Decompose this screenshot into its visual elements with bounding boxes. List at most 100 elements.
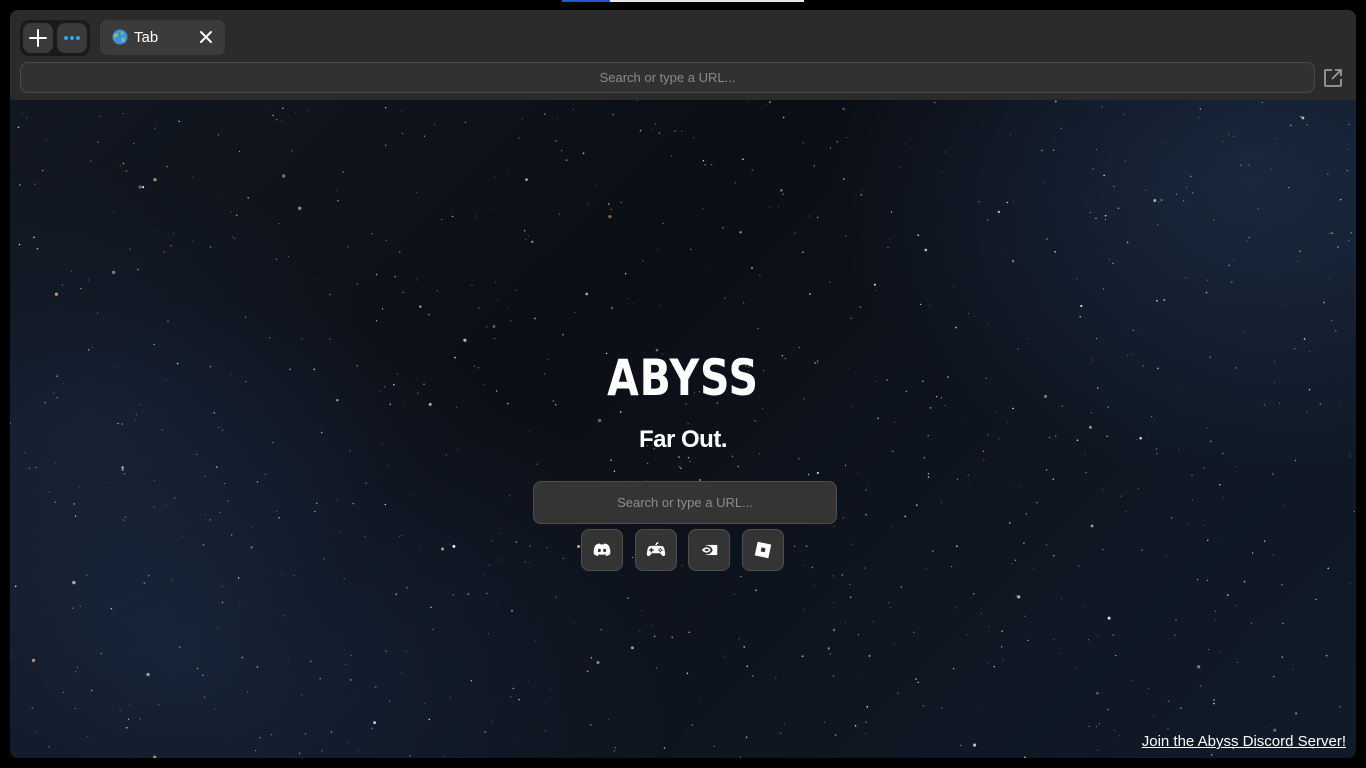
star bbox=[430, 606, 432, 609]
star bbox=[1167, 728, 1169, 730]
discord-invite-link[interactable]: Join the Abyss Discord Server! bbox=[1142, 733, 1346, 750]
browser-window: Tab ABYSS Far Out. bbox=[10, 10, 1356, 758]
more-options-button[interactable] bbox=[57, 23, 87, 53]
home-search-box[interactable] bbox=[533, 481, 837, 524]
star bbox=[1076, 278, 1078, 280]
star bbox=[743, 646, 745, 648]
star bbox=[642, 260, 644, 262]
star bbox=[691, 724, 694, 726]
star bbox=[276, 258, 278, 260]
star bbox=[739, 756, 741, 758]
open-in-new-window-icon[interactable] bbox=[1323, 68, 1343, 88]
star bbox=[507, 307, 508, 308]
star bbox=[1300, 115, 1302, 118]
star bbox=[269, 104, 271, 106]
star bbox=[402, 291, 404, 293]
star bbox=[256, 666, 259, 668]
star bbox=[214, 708, 216, 710]
star bbox=[336, 499, 339, 501]
star bbox=[686, 733, 688, 735]
star bbox=[1331, 232, 1333, 234]
star bbox=[779, 732, 782, 735]
star bbox=[54, 292, 58, 296]
shortcut-games-button[interactable] bbox=[635, 529, 677, 571]
star bbox=[639, 631, 641, 633]
star bbox=[1329, 233, 1331, 234]
star bbox=[451, 215, 454, 218]
star bbox=[794, 545, 796, 547]
new-tab-button[interactable] bbox=[23, 23, 53, 53]
star bbox=[1095, 726, 1097, 728]
star bbox=[859, 306, 862, 308]
star bbox=[614, 747, 616, 749]
star bbox=[213, 411, 216, 414]
star bbox=[916, 504, 918, 506]
star bbox=[425, 173, 427, 175]
star bbox=[746, 100, 748, 102]
star bbox=[125, 726, 128, 729]
search-input[interactable] bbox=[534, 482, 836, 523]
star bbox=[659, 305, 660, 307]
star bbox=[434, 124, 436, 126]
star bbox=[409, 755, 411, 757]
star bbox=[122, 162, 125, 165]
close-icon[interactable] bbox=[199, 30, 213, 44]
star bbox=[123, 473, 126, 475]
star bbox=[1243, 580, 1246, 583]
star bbox=[445, 454, 447, 456]
star bbox=[740, 575, 742, 578]
star bbox=[925, 568, 927, 570]
star bbox=[10, 705, 11, 707]
star bbox=[995, 411, 997, 413]
star bbox=[654, 123, 656, 125]
star bbox=[952, 286, 954, 288]
star bbox=[1092, 168, 1094, 170]
star bbox=[484, 573, 486, 575]
star bbox=[491, 540, 493, 542]
star bbox=[1237, 661, 1239, 663]
star bbox=[1046, 544, 1048, 546]
browser-toolbar: Tab bbox=[10, 10, 1356, 100]
star bbox=[399, 535, 401, 537]
star bbox=[906, 245, 908, 247]
star bbox=[291, 150, 293, 152]
star bbox=[134, 420, 136, 422]
shortcut-geforce-now-button[interactable] bbox=[688, 529, 730, 571]
star bbox=[671, 636, 674, 639]
address-bar[interactable] bbox=[20, 62, 1315, 93]
star bbox=[680, 467, 682, 469]
star bbox=[1115, 654, 1117, 657]
star bbox=[733, 593, 735, 595]
star bbox=[681, 565, 683, 566]
star bbox=[585, 292, 589, 296]
shortcut-roblox-button[interactable] bbox=[742, 529, 784, 571]
star bbox=[375, 273, 378, 276]
star bbox=[406, 587, 408, 589]
tab-active[interactable]: Tab bbox=[100, 20, 225, 55]
star bbox=[86, 574, 88, 576]
star bbox=[35, 731, 37, 733]
address-input[interactable] bbox=[21, 63, 1314, 92]
star bbox=[630, 646, 634, 650]
star bbox=[1054, 100, 1057, 103]
star bbox=[316, 279, 317, 281]
home-page: ABYSS Far Out. Search or type a URL... J… bbox=[10, 100, 1356, 758]
star bbox=[1101, 105, 1103, 108]
star bbox=[1214, 610, 1216, 612]
star bbox=[833, 602, 835, 603]
star bbox=[1106, 162, 1108, 164]
star bbox=[122, 112, 124, 115]
star bbox=[611, 307, 613, 309]
star bbox=[1107, 616, 1111, 620]
star bbox=[1185, 277, 1187, 279]
star bbox=[202, 674, 204, 676]
star bbox=[269, 337, 271, 339]
star bbox=[14, 585, 17, 588]
star bbox=[803, 608, 805, 611]
star bbox=[1082, 605, 1084, 607]
star bbox=[544, 730, 546, 732]
star bbox=[1219, 484, 1221, 486]
star bbox=[62, 691, 64, 694]
star bbox=[384, 107, 387, 109]
shortcut-discord-button[interactable] bbox=[581, 529, 623, 571]
